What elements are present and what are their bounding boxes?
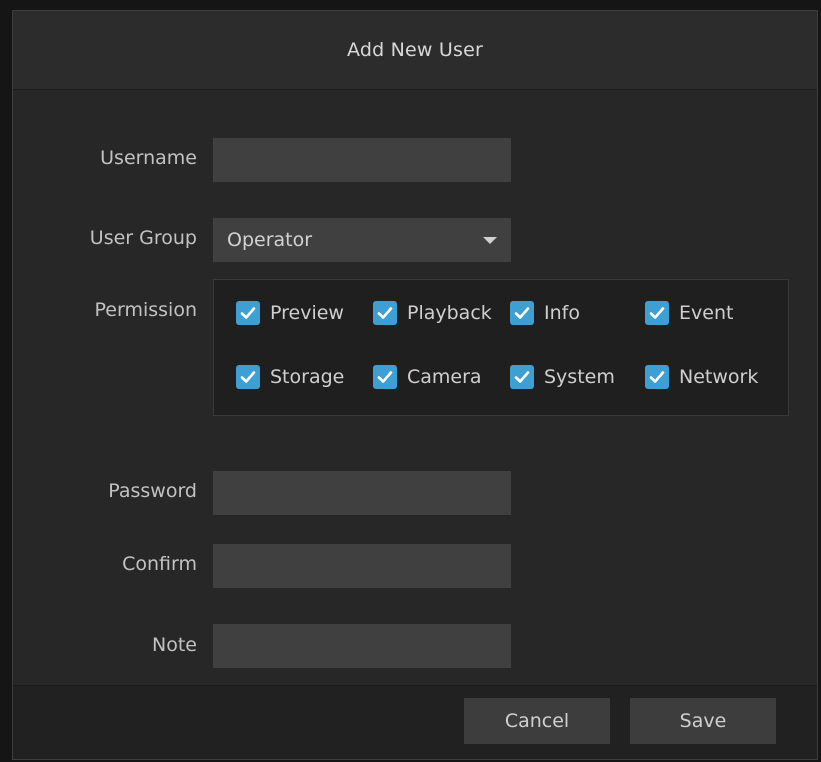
permission-label-system: System	[544, 366, 615, 388]
check-icon	[510, 365, 534, 389]
save-button[interactable]: Save	[630, 698, 776, 744]
check-icon	[645, 365, 669, 389]
add-user-dialog: Add New User Username User Group Operato…	[12, 10, 818, 760]
username-label: Username	[100, 147, 197, 169]
note-input[interactable]	[213, 624, 511, 668]
check-icon	[373, 301, 397, 325]
permission-camera[interactable]: Camera	[373, 365, 482, 389]
permission-label-event: Event	[679, 302, 734, 324]
user-group-select[interactable]: Operator	[213, 218, 511, 262]
permission-group: Preview Playback Info Event Storage Came…	[213, 279, 789, 416]
check-icon	[645, 301, 669, 325]
permission-system[interactable]: System	[510, 365, 615, 389]
check-icon	[236, 301, 260, 325]
permission-label-storage: Storage	[270, 366, 345, 388]
cancel-button[interactable]: Cancel	[464, 698, 610, 744]
permission-network[interactable]: Network	[645, 365, 758, 389]
permission-label-playback: Playback	[407, 302, 492, 324]
permission-label-info: Info	[544, 302, 580, 324]
user-group-label: User Group	[89, 227, 197, 249]
dialog-body: Username User Group Operator Permission …	[13, 90, 817, 687]
dialog-titlebar: Add New User	[13, 11, 817, 90]
confirm-password-input[interactable]	[213, 544, 511, 588]
chevron-down-icon	[483, 236, 497, 244]
user-group-value: Operator	[227, 229, 313, 251]
check-icon	[373, 365, 397, 389]
check-icon	[236, 365, 260, 389]
note-label: Note	[152, 634, 197, 656]
permission-preview[interactable]: Preview	[236, 301, 344, 325]
permission-event[interactable]: Event	[645, 301, 733, 325]
permission-info[interactable]: Info	[510, 301, 580, 325]
dialog-title: Add New User	[346, 39, 483, 61]
permission-label-camera: Camera	[407, 366, 482, 388]
permission-playback[interactable]: Playback	[373, 301, 492, 325]
permission-label-preview: Preview	[270, 302, 344, 324]
permission-label: Permission	[94, 299, 197, 321]
check-icon	[510, 301, 534, 325]
password-input[interactable]	[213, 471, 511, 515]
permission-storage[interactable]: Storage	[236, 365, 344, 389]
username-input[interactable]	[213, 138, 511, 182]
dialog-footer: Cancel Save	[13, 685, 817, 759]
password-label: Password	[108, 480, 197, 502]
confirm-label: Confirm	[122, 553, 197, 575]
permission-label-network: Network	[679, 366, 759, 388]
